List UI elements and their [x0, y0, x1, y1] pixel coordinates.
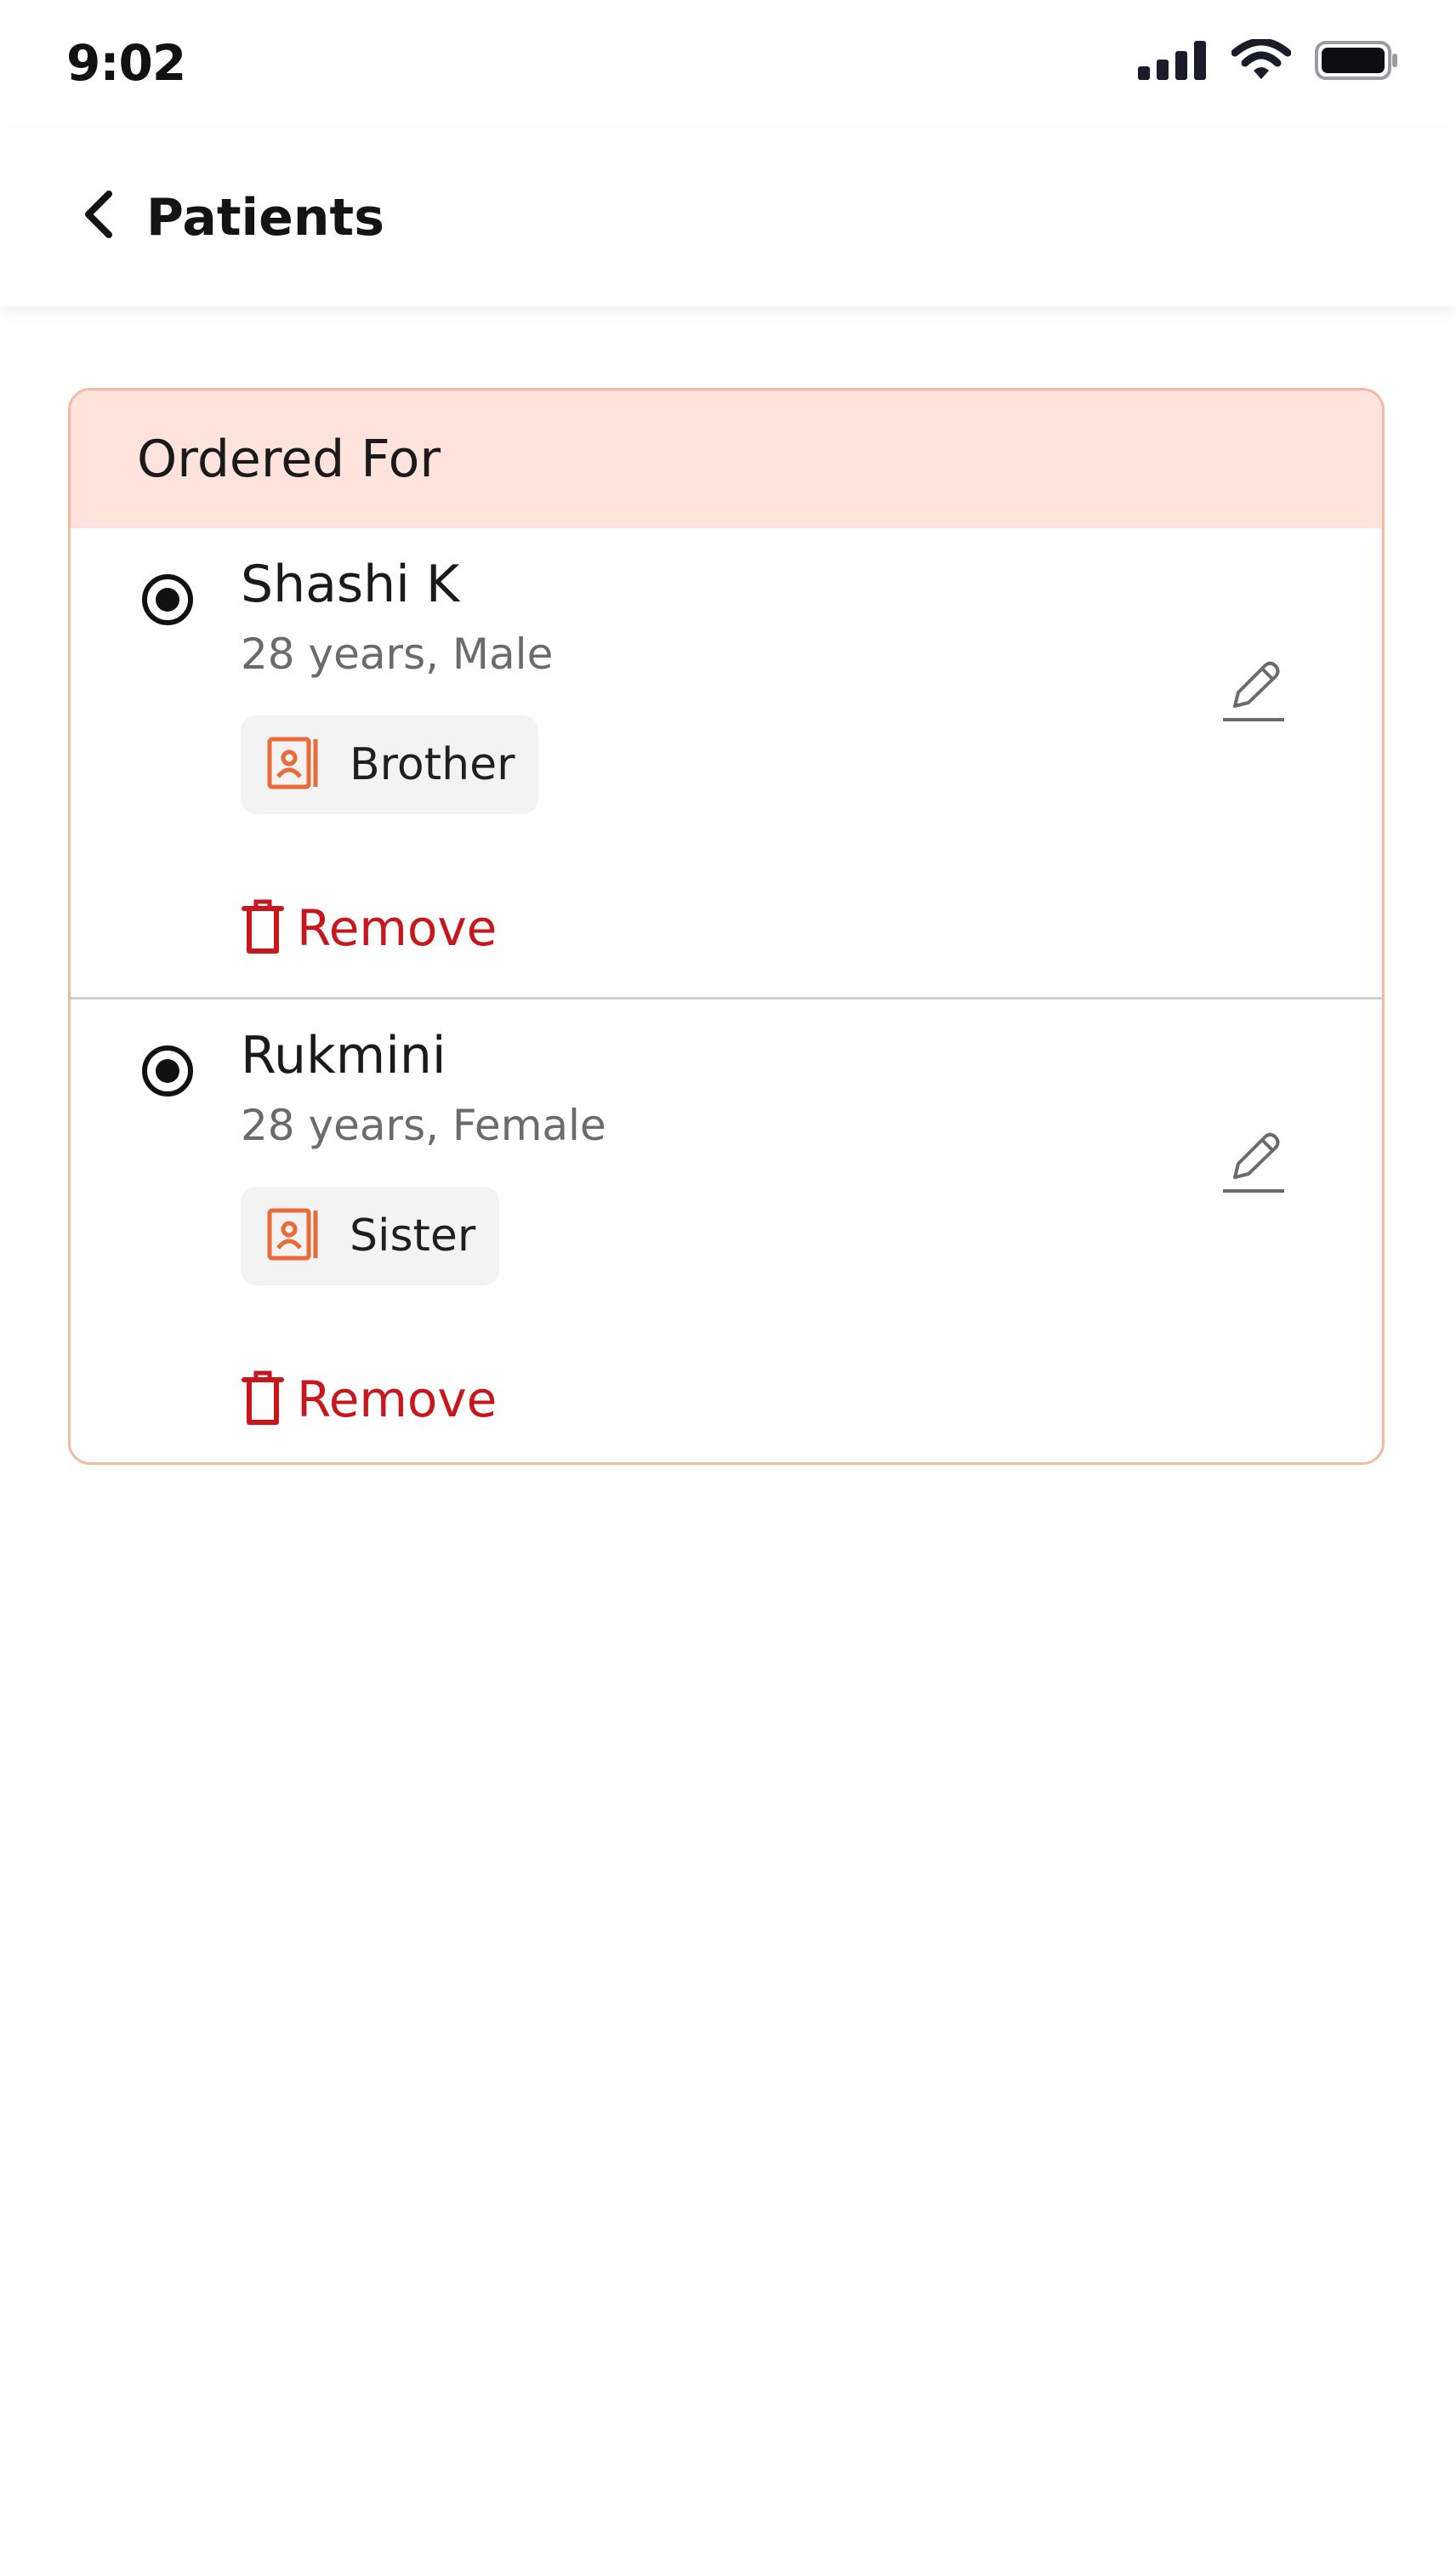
relation-chip: Brother — [241, 715, 539, 814]
status-time: 9:02 — [66, 34, 186, 92]
relation-label: Sister — [350, 1210, 476, 1262]
chevron-left-icon — [82, 190, 116, 242]
relation-label: Brother — [350, 739, 515, 790]
app-header: Patients — [0, 128, 1456, 306]
wifi-icon — [1231, 37, 1292, 83]
signal-icon — [1138, 41, 1208, 83]
patient-item: Rukmini 28 years, Female Sister Remove — [71, 997, 1382, 1462]
radio-selected-dot — [156, 588, 179, 612]
patient-radio[interactable] — [142, 1045, 193, 1097]
patient-name: Shashi K — [241, 555, 460, 614]
trash-icon — [241, 897, 285, 960]
contact-book-icon — [266, 736, 321, 794]
pencil-icon — [1220, 655, 1288, 730]
edit-patient-button[interactable] — [1215, 1125, 1292, 1202]
patient-name: Rukmini — [241, 1026, 446, 1085]
patient-item: Shashi K 28 years, Male Brother Remove — [71, 528, 1382, 997]
pencil-icon — [1220, 1126, 1288, 1201]
patient-age-gender: 28 years, Male — [241, 629, 554, 679]
remove-patient-button[interactable]: Remove — [241, 1365, 497, 1433]
status-bar: 9:02 — [0, 0, 1456, 128]
ordered-for-card: Ordered For Shashi K 28 years, Male Brot… — [68, 388, 1385, 1465]
patient-age-gender: 28 years, Female — [241, 1101, 606, 1150]
patient-radio[interactable] — [142, 574, 193, 625]
card-header: Ordered For — [71, 390, 1382, 528]
battery-icon — [1315, 41, 1398, 83]
relation-chip: Sister — [241, 1187, 500, 1285]
contact-book-icon — [266, 1207, 321, 1265]
back-button[interactable] — [68, 185, 129, 247]
page-title: Patients — [146, 188, 384, 248]
radio-selected-dot — [156, 1059, 179, 1083]
status-icons — [1138, 37, 1398, 83]
edit-patient-button[interactable] — [1215, 654, 1292, 731]
card-title: Ordered For — [137, 430, 441, 489]
remove-label: Remove — [297, 1370, 498, 1428]
remove-patient-button[interactable]: Remove — [241, 894, 497, 962]
trash-icon — [241, 1368, 285, 1431]
remove-label: Remove — [297, 899, 498, 957]
